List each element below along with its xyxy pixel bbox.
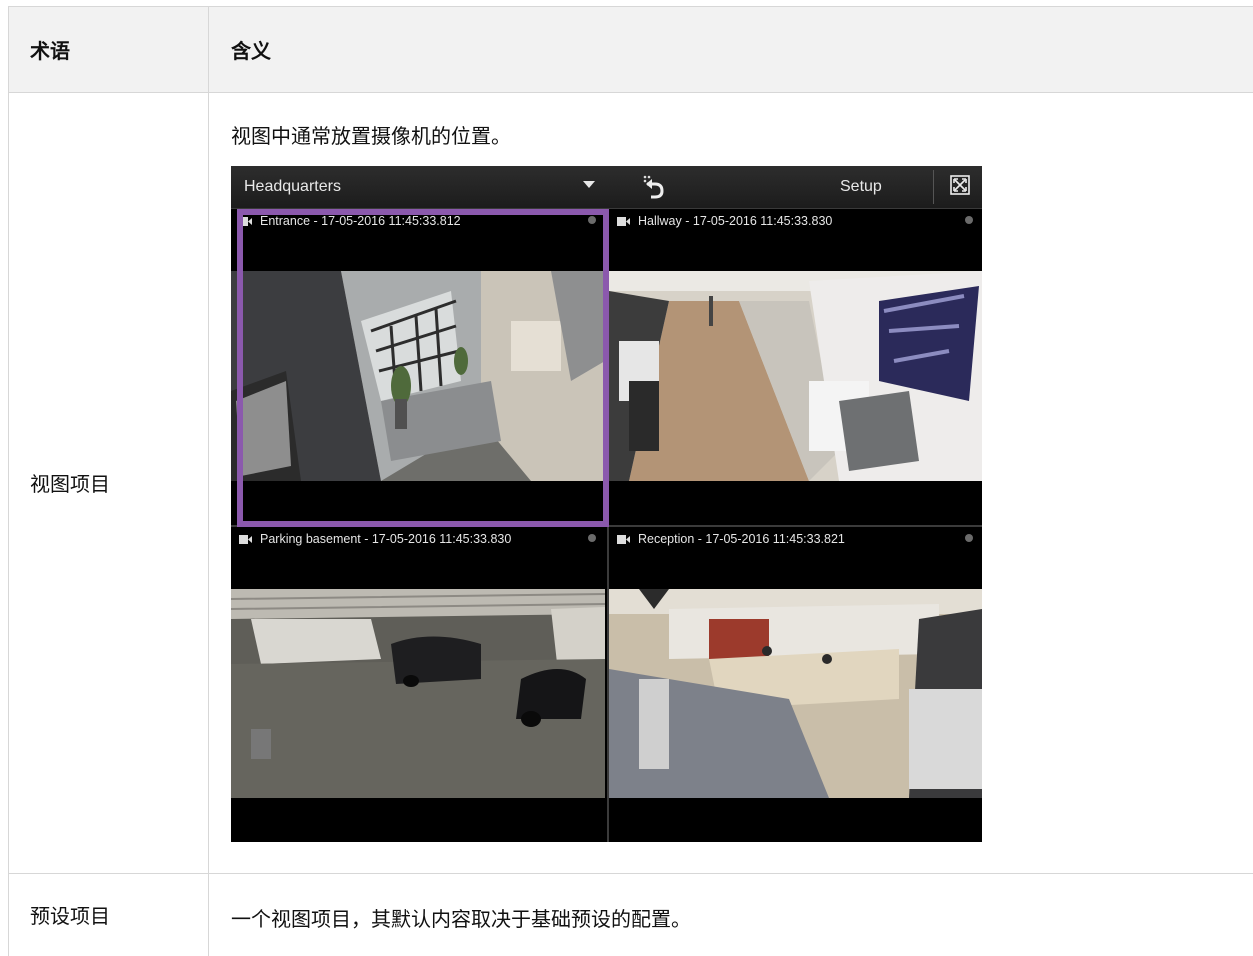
camera-icon bbox=[239, 534, 252, 544]
camera-feed-parking-basement bbox=[231, 589, 605, 798]
status-indicator bbox=[965, 534, 973, 542]
fullscreen-icon[interactable] bbox=[950, 175, 970, 195]
term-preset-item: 预设项目 bbox=[30, 904, 110, 928]
camera-title: Parking basement - 17-05-2016 11:45:33.8… bbox=[239, 531, 511, 547]
row-divider bbox=[8, 873, 1253, 874]
status-indicator bbox=[588, 534, 596, 542]
row-divider bbox=[8, 92, 1253, 93]
term-view-item: 视图项目 bbox=[30, 472, 110, 496]
camera-tile-entrance[interactable]: Entrance - 17-05-2016 11:45:33.812 bbox=[231, 209, 605, 525]
description-view-item: 视图中通常放置摄像机的位置。 bbox=[231, 124, 511, 148]
camera-feed-hallway bbox=[609, 271, 982, 481]
camera-title: Entrance - 17-05-2016 11:45:33.812 bbox=[239, 213, 461, 229]
smart-client-screenshot: Headquarters Setup Entrance - 17-05-2016… bbox=[231, 166, 982, 842]
camera-title: Hallway - 17-05-2016 11:45:33.830 bbox=[617, 213, 832, 229]
camera-icon bbox=[617, 216, 630, 226]
table-border-top bbox=[8, 6, 1253, 7]
status-indicator bbox=[965, 216, 973, 224]
status-indicator bbox=[588, 216, 596, 224]
camera-icon bbox=[617, 534, 630, 544]
camera-title: Reception - 17-05-2016 11:45:33.821 bbox=[617, 531, 845, 547]
camera-tile-parking-basement[interactable]: Parking basement - 17-05-2016 11:45:33.8… bbox=[231, 527, 605, 842]
header-term: 术语 bbox=[30, 38, 70, 63]
description-preset-item: 一个视图项目，其默认内容取决于基础预设的配置。 bbox=[231, 907, 691, 931]
column-divider bbox=[208, 6, 209, 956]
undo-icon[interactable] bbox=[635, 170, 675, 204]
toolbar-separator bbox=[933, 170, 934, 204]
camera-icon bbox=[239, 216, 252, 226]
table-border-left bbox=[8, 6, 9, 956]
setup-button[interactable]: Setup bbox=[840, 166, 882, 208]
chevron-down-icon[interactable] bbox=[583, 181, 595, 188]
camera-feed-entrance bbox=[231, 271, 605, 481]
camera-feed-reception bbox=[609, 589, 982, 798]
camera-tile-reception[interactable]: Reception - 17-05-2016 11:45:33.821 bbox=[609, 527, 982, 842]
camera-tile-hallway[interactable]: Hallway - 17-05-2016 11:45:33.830 bbox=[609, 209, 982, 525]
grid-divider bbox=[231, 525, 982, 527]
table-header-row bbox=[8, 6, 1253, 92]
view-selector[interactable]: Headquarters bbox=[244, 166, 341, 208]
header-meaning: 含义 bbox=[231, 38, 271, 63]
view-toolbar: Headquarters Setup bbox=[231, 166, 982, 209]
